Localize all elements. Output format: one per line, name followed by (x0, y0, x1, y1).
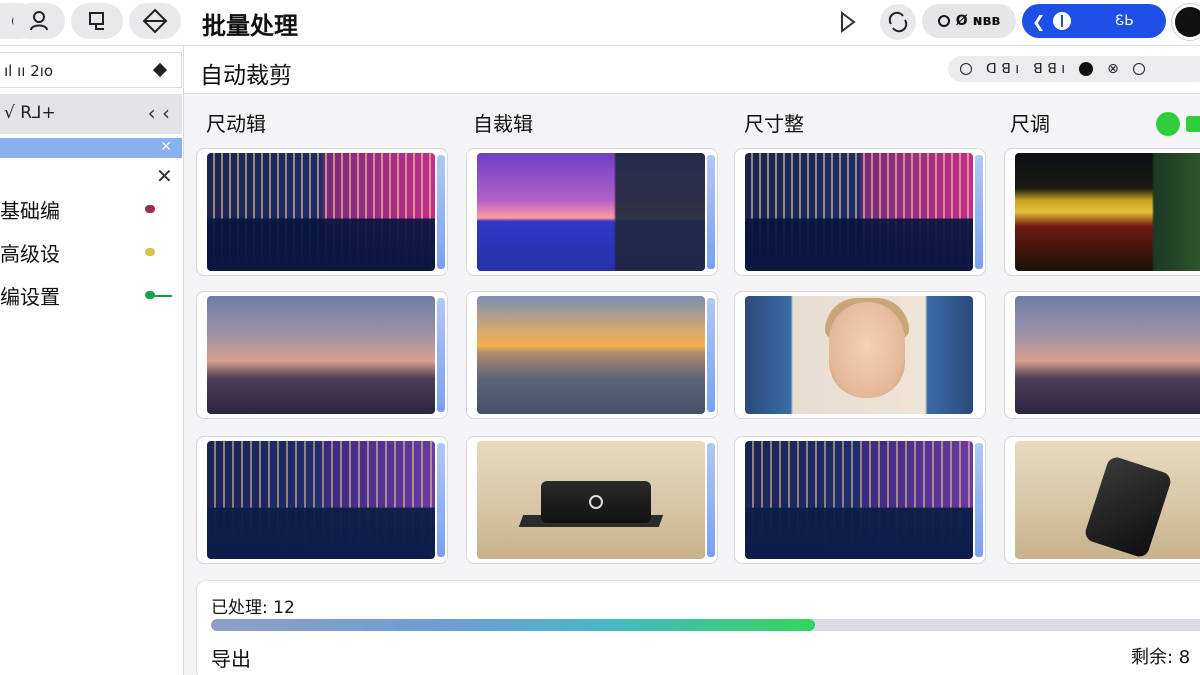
sidebar: ıl ıı 2ıo √ ꓣ⅃+ ‹ ‹ ✕ ✕ 基础编 高级设 编设置 (0, 46, 184, 675)
thumbnail-portrait (745, 296, 973, 414)
progress-bar (211, 619, 1200, 631)
toggle-icon (1053, 12, 1072, 30)
sync-icon (888, 11, 908, 33)
image-card[interactable] (734, 148, 986, 276)
toggle-label: ᏋЬ (1115, 13, 1134, 29)
card-edge (707, 298, 715, 412)
frame-button[interactable] (71, 3, 123, 39)
user-button[interactable] (13, 3, 65, 39)
circle-icon[interactable] (1132, 63, 1145, 75)
thumbnail-city (207, 153, 435, 271)
status-dot (145, 248, 155, 256)
pill-icon (937, 15, 950, 27)
image-card[interactable] (734, 291, 986, 419)
image-card[interactable] (466, 436, 718, 564)
close-icon[interactable]: ✕ (156, 164, 173, 188)
thumbnail-sunset (477, 153, 705, 271)
sidebar-item-label: 基础编 (0, 199, 60, 223)
play-button[interactable] (836, 8, 860, 36)
column-header: 尺动辑 (206, 112, 266, 136)
remaining-count: 剩余: 8 (1131, 647, 1191, 668)
sidebar-selected-bar[interactable]: ✕ (0, 138, 182, 158)
toggle-pill[interactable]: ❮ ᏋЬ (1022, 4, 1166, 38)
sidebar-search-text: ıl ıı 2ıo (4, 62, 54, 80)
sidebar-item-basic-edit[interactable]: 基础编 (0, 192, 182, 223)
section-title: 自动裁剪 (200, 63, 292, 89)
status-indicator[interactable] (1156, 112, 1180, 136)
status-dot (145, 205, 155, 213)
pill-label: Ø ɴʙʙ (955, 13, 1001, 29)
column-header: 尺寸整 (744, 112, 804, 136)
card-edge (975, 443, 983, 557)
card-edge (975, 155, 983, 269)
progress-panel: 已处理: 12 导出 剩余: 8 (196, 580, 1200, 675)
circle-icon[interactable] (960, 63, 972, 75)
card-edge (437, 298, 445, 412)
portrait-face (829, 302, 905, 398)
image-card[interactable] (1004, 291, 1200, 419)
frame-icon (89, 12, 104, 30)
thumbnail-device (477, 441, 705, 559)
image-card[interactable] (196, 291, 448, 419)
page-title: 批量处理 (202, 12, 298, 40)
diamond-icon (152, 62, 168, 78)
device-dial (589, 495, 603, 509)
main-area: 自动裁剪 ꓷ ꓭ ı ꓭ ꓭ ı ⊗ 尺动辑 自裁辑 尺寸整 尺调 已处理: 1… (184, 46, 1200, 675)
top-bar: 批量处理 Ø ɴʙʙ ❮ ᏋЬ (0, 0, 1200, 46)
sidebar-item-label: 编设置 (0, 285, 60, 309)
diamond-icon (142, 8, 168, 34)
image-card[interactable] (466, 291, 718, 419)
face-icon[interactable] (1079, 62, 1094, 76)
image-card[interactable] (196, 148, 448, 276)
thumbnail-city (745, 153, 973, 271)
play-icon (841, 11, 856, 33)
thumbnail-city (745, 441, 973, 559)
card-edge (437, 443, 445, 557)
sidebar-search[interactable]: ıl ıı 2ıo (0, 52, 182, 88)
avatar[interactable] (1172, 4, 1200, 40)
card-edge (707, 155, 715, 269)
image-card[interactable] (466, 148, 718, 276)
thumbnail-dusk (1015, 296, 1200, 414)
tool-label-2[interactable]: ꓭ ꓭ ı (1033, 61, 1065, 77)
diamond-button[interactable] (129, 3, 181, 39)
user-icon (30, 11, 48, 31)
image-card[interactable] (196, 436, 448, 564)
sidebar-header[interactable]: √ ꓣ⅃+ ‹ ‹ (0, 94, 182, 134)
sidebar-item-label: 高级设 (0, 242, 60, 266)
column-header: 尺调 (1010, 112, 1050, 136)
chevron-left-icon[interactable]: ‹ ‹ (148, 101, 170, 125)
crossed-icon[interactable]: ⊗ (1107, 61, 1119, 77)
tool-group: ꓷ ꓭ ı ꓭ ꓭ ı ⊗ (948, 56, 1200, 82)
card-edge (707, 443, 715, 557)
tablet-device (1083, 454, 1173, 559)
thumbnail-tablet (1015, 441, 1200, 559)
sidebar-item-advanced-settings[interactable]: 高级设 (0, 235, 182, 266)
processed-count: 已处理: 12 (211, 598, 295, 618)
export-button[interactable]: 导出 (211, 643, 251, 672)
tool-label-1[interactable]: ꓷ ꓭ ı (986, 61, 1019, 77)
thumbnail-dusk (207, 296, 435, 414)
image-card[interactable] (1004, 148, 1200, 276)
sync-button[interactable] (880, 4, 916, 40)
close-icon[interactable]: ✕ (160, 139, 172, 155)
status-pill[interactable]: Ø ɴʙʙ (922, 4, 1016, 38)
thumbnail-city (207, 441, 435, 559)
card-edge (437, 155, 445, 269)
column-header: 自裁辑 (473, 112, 533, 136)
chevron-left-icon: ❮ (1032, 11, 1046, 31)
progress-fill (211, 619, 815, 631)
status-indicator[interactable] (1186, 116, 1200, 132)
sidebar-header-label: √ ꓣ⅃+ (4, 103, 56, 123)
image-card[interactable] (734, 436, 986, 564)
sidebar-item-edit-settings[interactable]: 编设置 (0, 278, 182, 309)
sub-toolbar: 自动裁剪 ꓷ ꓭ ı ꓭ ꓭ ı ⊗ (184, 46, 1200, 94)
thumbnail-sea (477, 296, 705, 414)
slider-line (154, 295, 172, 297)
image-card[interactable] (1004, 436, 1200, 564)
thumbnail-palace (1015, 153, 1200, 271)
